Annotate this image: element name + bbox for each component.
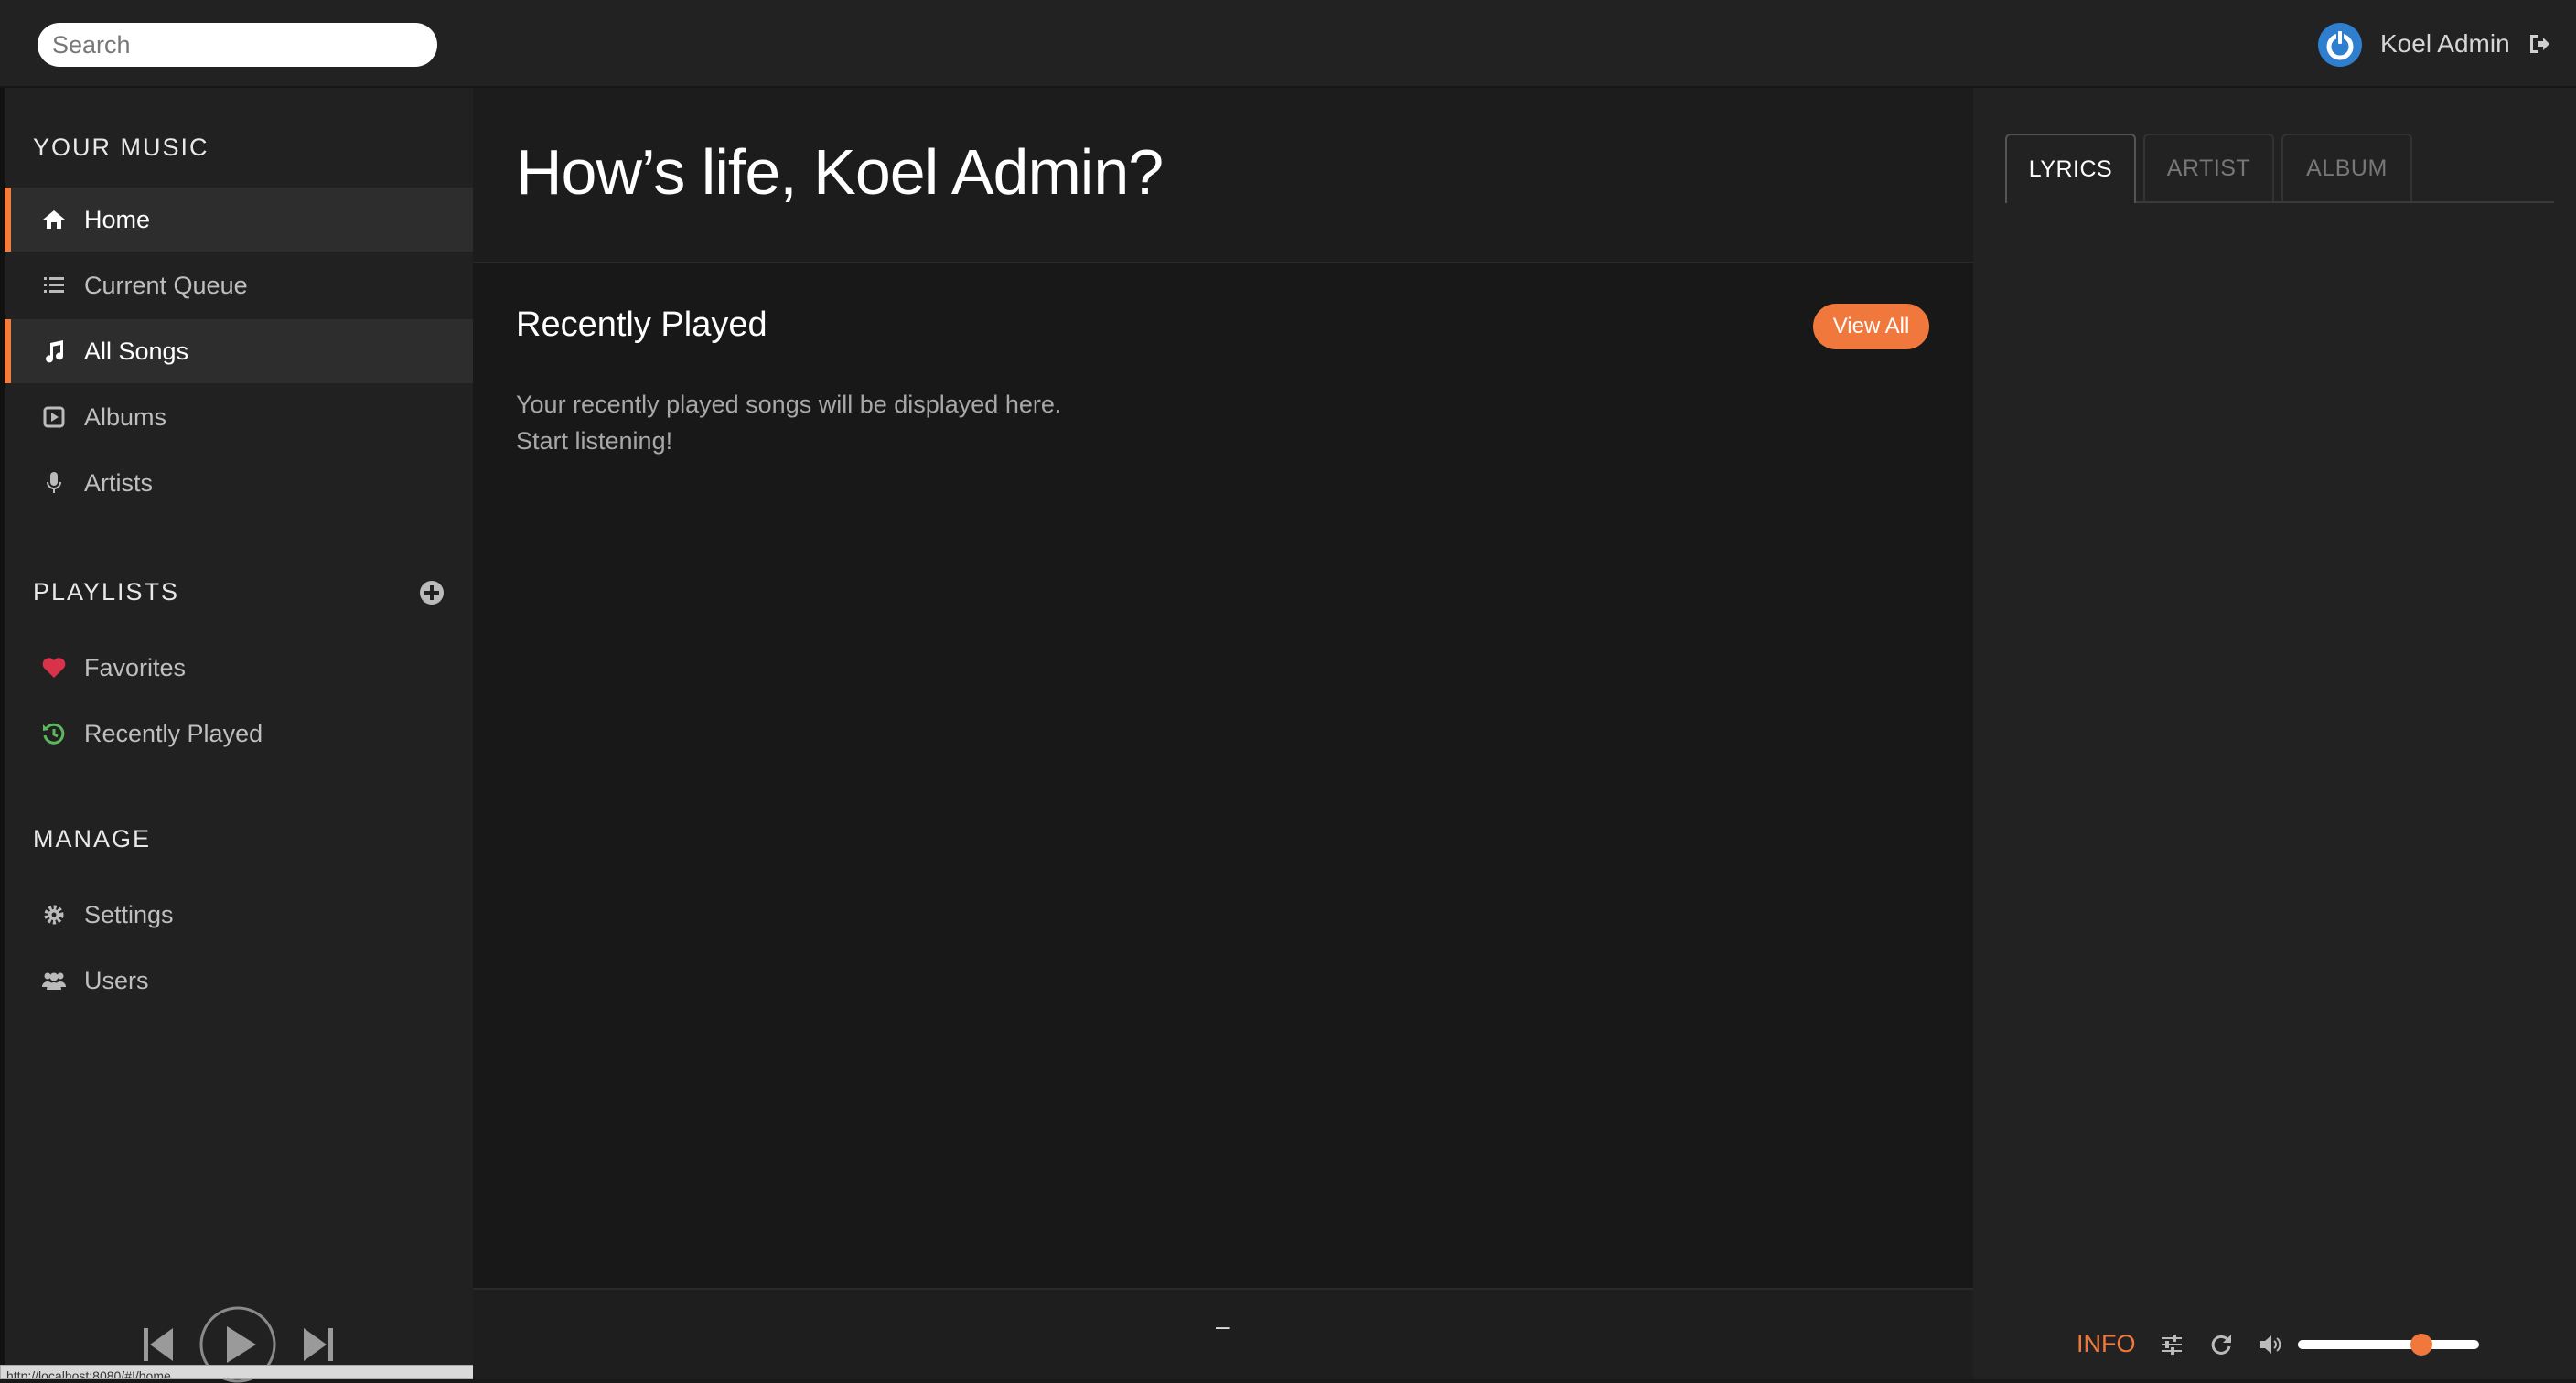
repeat-icon[interactable] bbox=[2208, 1332, 2234, 1357]
volume-slider[interactable] bbox=[2298, 1334, 2479, 1356]
now-playing-bar: – bbox=[473, 1288, 1973, 1379]
tab-artist[interactable]: ARTIST bbox=[2143, 134, 2274, 201]
sidebar-item-users[interactable]: Users bbox=[5, 949, 473, 1013]
empty-message-line: Start listening! bbox=[516, 427, 673, 455]
previous-track-button[interactable] bbox=[142, 1324, 175, 1365]
sidebar-item-favorites[interactable]: Favorites bbox=[5, 636, 473, 700]
sidebar-item-label: Recently Played bbox=[84, 719, 263, 747]
sidebar-item-home[interactable]: Home bbox=[5, 188, 473, 252]
add-playlist-icon[interactable] bbox=[418, 579, 445, 606]
main-header: How’s life, Koel Admin? bbox=[473, 88, 1973, 263]
next-track-button[interactable] bbox=[302, 1324, 335, 1365]
user-avatar-icon[interactable] bbox=[2318, 23, 2362, 67]
tab-album[interactable]: ALBUM bbox=[2281, 134, 2412, 201]
sidebar-item-label: Settings bbox=[84, 900, 174, 928]
sidebar-item-all-songs[interactable]: All Songs bbox=[5, 319, 473, 383]
main-content: How’s life, Koel Admin? Recently Played … bbox=[473, 88, 1973, 1288]
music-note-icon bbox=[46, 340, 64, 363]
sidebar-item-label: All Songs bbox=[84, 337, 189, 365]
extra-panel-tabs: LYRICS ARTIST ALBUM bbox=[2005, 134, 2554, 203]
sidebar-item-label: Current Queue bbox=[84, 271, 248, 299]
gear-icon bbox=[44, 905, 64, 925]
sidebar-item-artists[interactable]: Artists bbox=[5, 451, 473, 515]
users-icon bbox=[42, 972, 66, 990]
now-playing-text: – bbox=[1216, 1312, 1230, 1340]
recently-played-title: Recently Played bbox=[516, 306, 767, 344]
sidebar-item-label: Favorites bbox=[84, 653, 187, 681]
equalizer-icon[interactable] bbox=[2159, 1332, 2184, 1357]
sidebar-item-label: Artists bbox=[84, 468, 154, 497]
sidebar-item-recently-played[interactable]: Recently Played bbox=[5, 702, 473, 766]
search-input[interactable] bbox=[38, 23, 437, 67]
sidebar-item-label: Albums bbox=[84, 402, 167, 431]
your-music-title: YOUR MUSIC bbox=[33, 134, 209, 161]
sidebar-item-albums[interactable]: Albums bbox=[5, 385, 473, 449]
history-icon bbox=[43, 723, 65, 745]
sidebar-item-settings[interactable]: Settings bbox=[5, 883, 473, 947]
playlists-title: PLAYLISTS bbox=[33, 578, 180, 606]
volume-icon[interactable] bbox=[2258, 1332, 2283, 1357]
volume-thumb[interactable] bbox=[2410, 1334, 2432, 1356]
logout-icon[interactable] bbox=[2527, 31, 2552, 57]
top-bar: Koel Admin bbox=[0, 0, 2576, 88]
home-icon bbox=[43, 210, 65, 229]
extra-panel: LYRICS ARTIST ALBUM bbox=[1973, 88, 2576, 1379]
heart-icon bbox=[42, 658, 66, 678]
extra-controls: INFO bbox=[1973, 1288, 2576, 1379]
list-icon bbox=[44, 277, 64, 293]
microphone-icon bbox=[47, 472, 61, 493]
sidebar-item-label: Home bbox=[84, 205, 151, 233]
info-toggle-button[interactable]: INFO bbox=[2077, 1330, 2136, 1358]
manage-title: MANAGE bbox=[33, 825, 152, 852]
sidebar: YOUR MUSIC Home Current Queue All Songs … bbox=[0, 88, 473, 1379]
sidebar-item-current-queue[interactable]: Current Queue bbox=[5, 253, 473, 317]
tab-lyrics[interactable]: LYRICS bbox=[2005, 134, 2136, 203]
empty-message-line: Your recently played songs will be displ… bbox=[516, 391, 1062, 418]
page-title: How’s life, Koel Admin? bbox=[516, 136, 1164, 208]
view-all-button[interactable]: View All bbox=[1813, 304, 1929, 349]
user-name[interactable]: Koel Admin bbox=[2380, 29, 2510, 59]
volume-fill bbox=[2298, 1340, 2421, 1349]
recently-played-empty-message: Your recently played songs will be displ… bbox=[516, 386, 1061, 459]
album-icon bbox=[43, 406, 65, 428]
sidebar-item-label: Users bbox=[84, 966, 149, 994]
